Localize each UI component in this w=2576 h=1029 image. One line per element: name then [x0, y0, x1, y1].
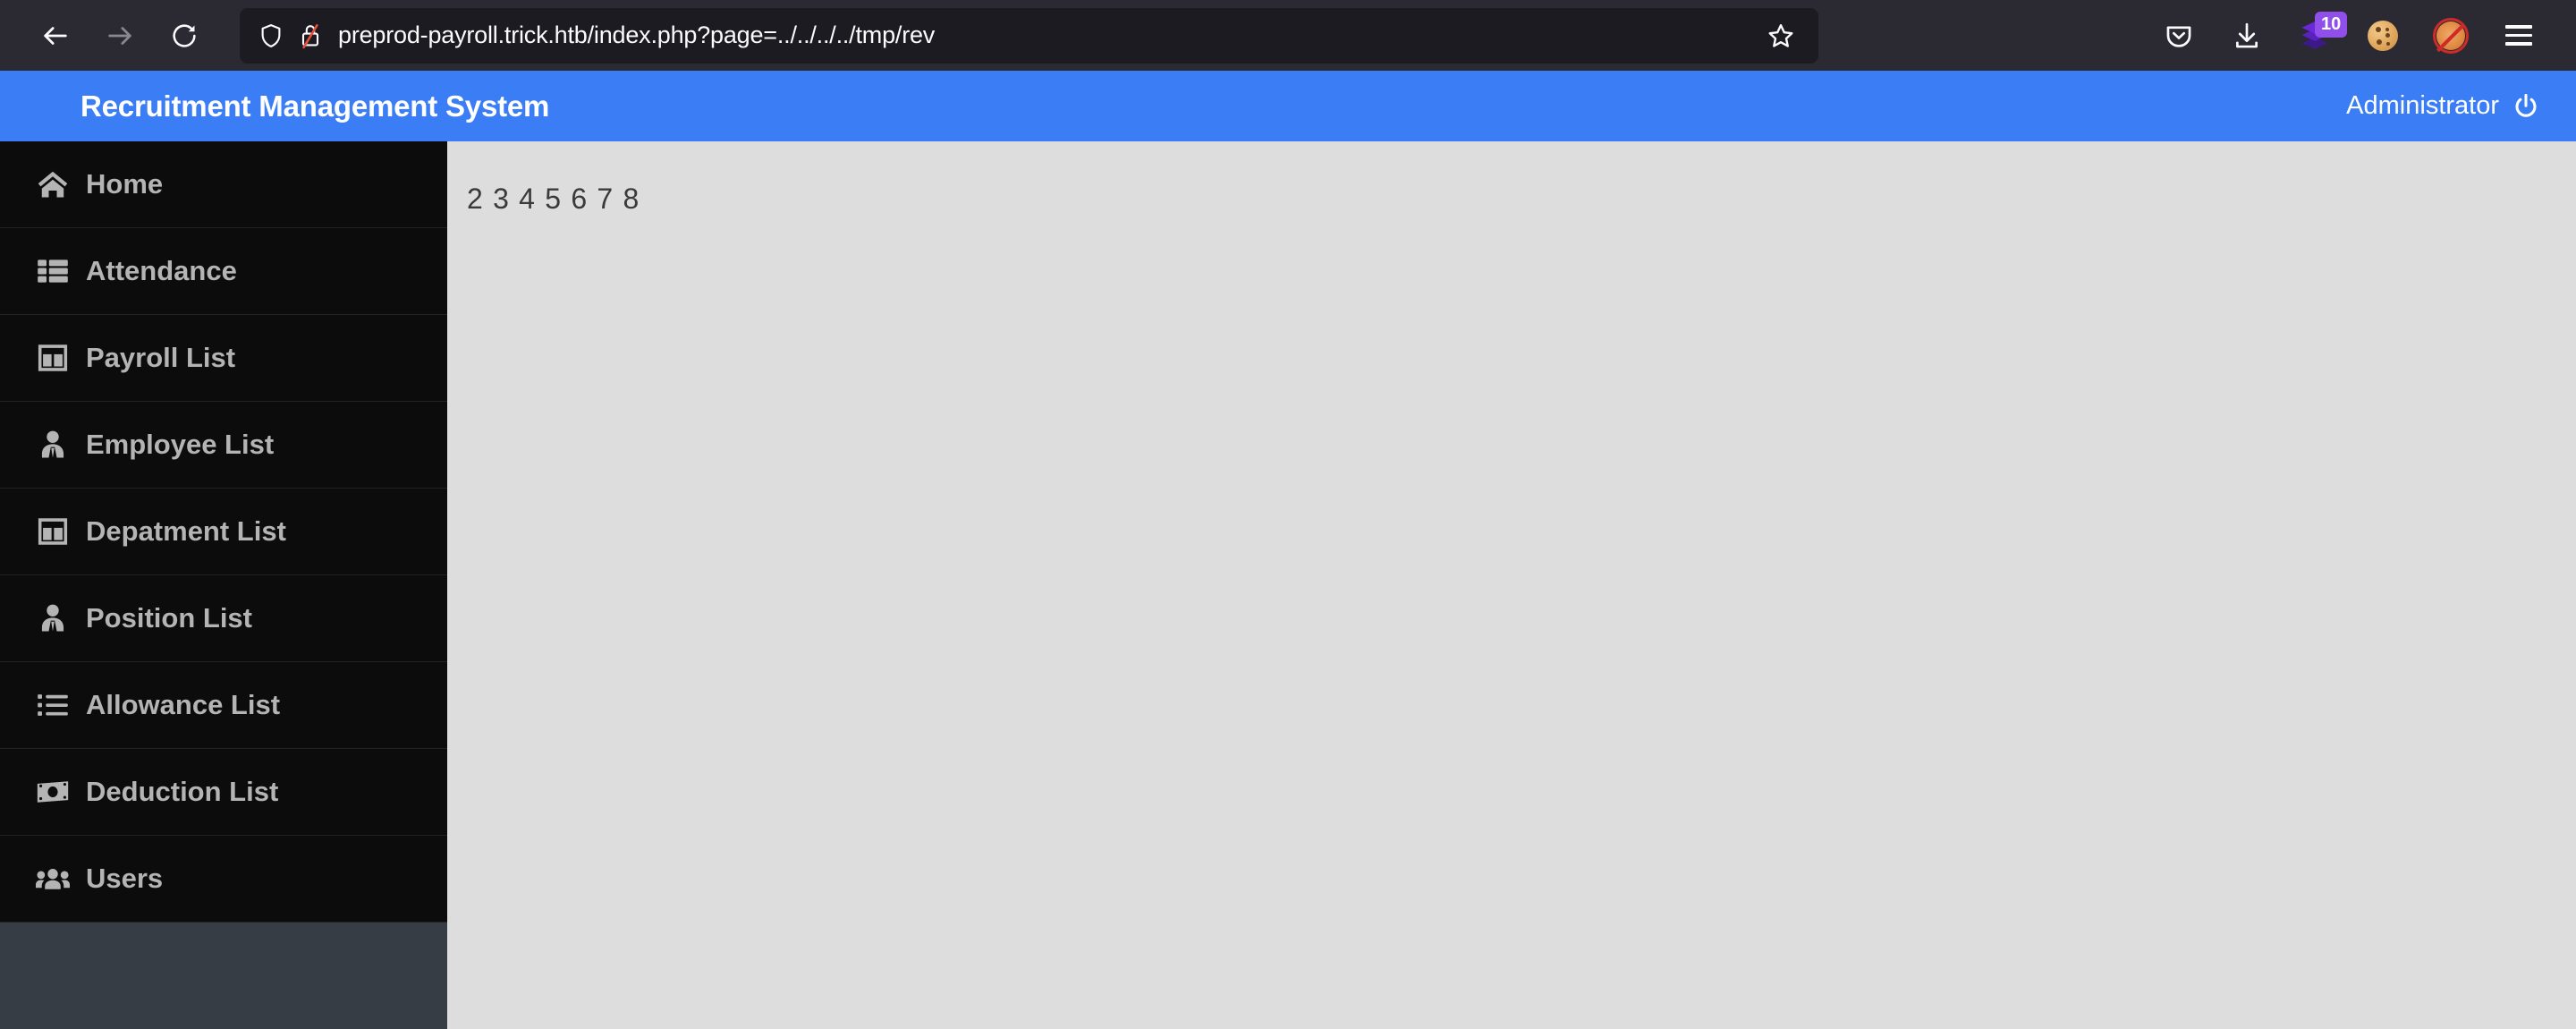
page-title: Recruitment Management System — [80, 89, 550, 123]
sidebar-item-deduction-list[interactable]: Deduction List — [0, 749, 447, 836]
sidebar-item-label: Deduction List — [86, 776, 279, 807]
broken-lock-icon[interactable] — [297, 21, 324, 50]
shield-icon[interactable] — [258, 22, 284, 49]
reload-icon — [173, 23, 196, 47]
cookie-button[interactable] — [2352, 8, 2413, 64]
app-header: Recruitment Management System Administra… — [0, 71, 2576, 141]
web-page: Recruitment Management System Administra… — [0, 71, 2576, 1029]
columns-icon — [36, 518, 70, 545]
sidebar-item-label: Attendance — [86, 255, 237, 286]
sidebar-item-users[interactable]: Users — [0, 836, 447, 923]
username-label: Administrator — [2346, 91, 2499, 120]
sidebar-item-label: Allowance List — [86, 689, 281, 720]
columns-icon — [36, 344, 70, 371]
list-ul-icon — [36, 693, 70, 718]
cookie-icon — [2368, 20, 2398, 51]
sidebar-item-label: Depatment List — [86, 515, 286, 547]
pocket-icon — [2166, 25, 2191, 47]
download-icon — [2236, 22, 2258, 47]
browser-toolbar: preprod-payroll.trick.htb/index.php?page… — [0, 0, 2576, 71]
sidebar-item-position-list[interactable]: Position List — [0, 575, 447, 662]
back-button[interactable] — [23, 7, 88, 64]
forward-arrow-icon — [108, 26, 131, 45]
sidebar-item-home[interactable]: Home — [0, 141, 447, 228]
sidebar-item-attendance[interactable]: Attendance — [0, 228, 447, 315]
app-menu-button[interactable] — [2488, 8, 2549, 64]
power-icon[interactable] — [2512, 92, 2540, 121]
users-icon — [36, 866, 70, 891]
home-icon — [36, 170, 70, 199]
sidebar-item-label: Home — [86, 168, 164, 200]
sidebar-item-employee-list[interactable]: Employee List — [0, 402, 447, 489]
money-bill-icon — [36, 780, 70, 804]
page-body: Home Attendance Payroll List Employee Li… — [0, 141, 2576, 1029]
user-tie-icon — [36, 604, 70, 633]
forward-button[interactable] — [88, 7, 152, 64]
downloads-button[interactable] — [2216, 8, 2277, 64]
th-list-icon — [36, 259, 70, 284]
extension-button[interactable]: 10 — [2284, 8, 2348, 64]
sidebar: Home Attendance Payroll List Employee Li… — [0, 141, 447, 1029]
reload-button[interactable] — [152, 7, 216, 64]
back-arrow-icon — [44, 26, 67, 45]
sidebar-item-label: Users — [86, 863, 164, 894]
bookmark-button[interactable] — [1758, 13, 1804, 59]
user-tie-icon — [36, 430, 70, 459]
browser-toolbar-right: 10 — [1818, 8, 2553, 64]
extension-badge: 10 — [2315, 11, 2348, 38]
hamburger-menu-icon — [2505, 25, 2532, 46]
star-icon — [1768, 23, 1793, 47]
user-logout-control[interactable]: Administrator — [2346, 91, 2540, 121]
sidebar-item-allowance-list[interactable]: Allowance List — [0, 662, 447, 749]
url-input[interactable]: preprod-payroll.trick.htb/index.php?page… — [338, 21, 1758, 49]
sidebar-item-label: Payroll List — [86, 342, 236, 373]
pocket-button[interactable] — [2148, 8, 2209, 64]
main-content: 2 3 4 5 6 7 8 — [447, 141, 2576, 1029]
sidebar-item-label: Employee List — [86, 429, 275, 460]
sidebar-footer — [0, 923, 447, 1029]
fox-blocked-button[interactable] — [2420, 8, 2481, 64]
navigation-buttons — [23, 7, 216, 64]
url-bar-left-icons — [258, 21, 324, 50]
sidebar-item-label: Position List — [86, 602, 252, 634]
sidebar-item-depatment-list[interactable]: Depatment List — [0, 489, 447, 575]
url-bar[interactable]: preprod-payroll.trick.htb/index.php?page… — [240, 7, 1818, 64]
url-bar-container: preprod-payroll.trick.htb/index.php?page… — [240, 7, 1818, 64]
page-output-text: 2 3 4 5 6 7 8 — [467, 183, 640, 215]
fox-blocked-icon — [2433, 17, 2469, 54]
sidebar-item-payroll-list[interactable]: Payroll List — [0, 315, 447, 402]
